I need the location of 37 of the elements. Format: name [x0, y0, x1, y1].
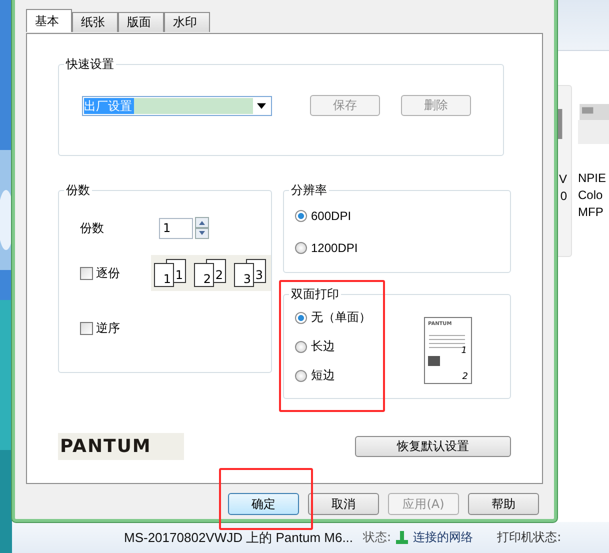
brand-logo: PANTUM — [58, 433, 184, 460]
duplex-radio[interactable]: 无（单面） — [295, 309, 415, 326]
printer-name: NPIE — [578, 170, 606, 187]
field-label: 份数 — [80, 220, 105, 236]
printer-name: MS-20170802VWJD 上的 Pantum M6... — [124, 528, 354, 546]
printer-name: 0 — [560, 188, 567, 205]
printer-name: MFP — [578, 204, 604, 221]
duplex-radio[interactable]: 长边 — [295, 338, 415, 355]
page-sheet: 1 — [154, 263, 174, 287]
tab[interactable]: 纸张 — [72, 12, 118, 32]
status-value: 连接的网络 — [413, 529, 474, 546]
dialog-button[interactable]: 帮助 — [468, 493, 539, 515]
group-title: 份数 — [65, 182, 91, 199]
dialog-button[interactable]: 确定 — [228, 493, 299, 515]
tab[interactable]: 水印 — [164, 12, 210, 32]
resolution-radio[interactable]: 1200DPI — [295, 237, 510, 259]
tab[interactable]: 版面 — [118, 12, 164, 32]
group-title: 双面打印 — [290, 286, 340, 303]
collate-checkbox[interactable]: 逐份 — [80, 264, 151, 282]
status-label: 打印机状态: — [497, 529, 562, 546]
duplex-radio[interactable]: 短边 — [295, 367, 415, 384]
resolution-radio[interactable]: 600DPI — [295, 205, 510, 227]
tab[interactable]: 基本 — [26, 9, 72, 32]
restore-defaults-button[interactable]: 恢复默认设置 — [355, 436, 511, 457]
printer-name: Colo — [578, 187, 603, 204]
page-sheet: 2 — [194, 263, 214, 287]
group-title: 快速设置 — [64, 56, 115, 73]
status-label: 状态: — [363, 529, 392, 546]
network-icon — [396, 530, 408, 544]
printer-name: V — [558, 171, 567, 188]
dialog-button[interactable]: 取消 — [308, 493, 379, 515]
caret-icon — [257, 102, 266, 108]
spinner-arrows-icon[interactable] — [195, 217, 209, 239]
group-title: 分辨率 — [290, 182, 328, 199]
copies-field[interactable]: 1 — [159, 218, 193, 238]
page-sheet: 3 — [234, 263, 254, 287]
reverse-checkbox[interactable]: 逆序 — [80, 320, 151, 337]
